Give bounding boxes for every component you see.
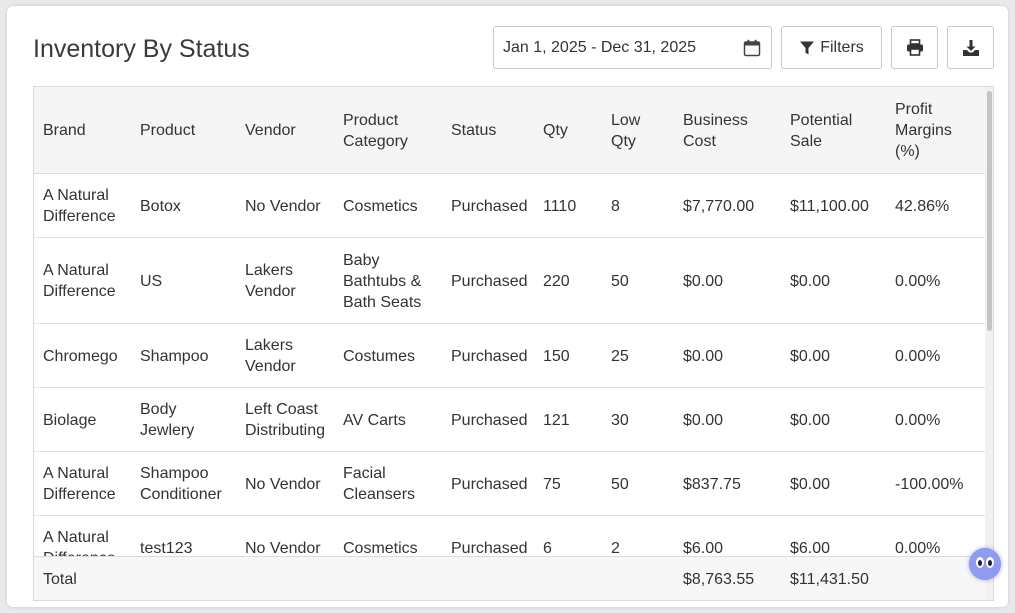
- date-range-value: Jan 1, 2025 - Dec 31, 2025: [503, 38, 697, 56]
- cell-business-cost: $837.75: [683, 475, 741, 493]
- cell-profit-margin: -100.00%: [895, 475, 964, 493]
- column-header-vendor[interactable]: Vendor: [245, 87, 333, 174]
- cell-potential-sale: $0.00: [790, 347, 831, 365]
- column-header-status[interactable]: Status: [451, 87, 536, 174]
- cell-low-qty: 50: [611, 475, 629, 493]
- scrollbar-thumb[interactable]: [987, 91, 992, 331]
- table-footer-totals: Total $8,763.55 $11,431.50: [34, 556, 987, 600]
- cell-brand: Biolage: [43, 411, 97, 429]
- cell-low-qty: 8: [611, 197, 620, 215]
- cell-vendor: Lakers Vendor: [245, 262, 296, 300]
- bot-eye-right: [986, 557, 994, 568]
- cell-vendor: No Vendor: [245, 197, 321, 215]
- cell-brand: Chromego: [43, 347, 118, 365]
- cell-vendor: No Vendor: [245, 475, 321, 493]
- cell-qty: 150: [543, 347, 570, 365]
- total-label: Total: [43, 570, 77, 588]
- cell-product: Shampoo Conditioner: [140, 465, 222, 503]
- table-row: Chromego Shampoo Lakers Vendor Costumes …: [34, 324, 987, 388]
- cell-low-qty: 30: [611, 411, 629, 429]
- download-icon: [962, 39, 979, 56]
- cell-brand: A Natural Difference: [43, 465, 116, 503]
- cell-product: Body Jewlery: [140, 401, 195, 439]
- cell-profit-margin: 0.00%: [895, 411, 941, 429]
- cell-business-cost: $0.00: [683, 272, 724, 290]
- filters-button[interactable]: Filters: [781, 26, 882, 69]
- cell-qty: 220: [543, 272, 570, 290]
- cell-potential-sale: $0.00: [790, 272, 831, 290]
- date-range-picker[interactable]: Jan 1, 2025 - Dec 31, 2025: [493, 26, 772, 69]
- inventory-table: Brand Product Vendor Product Category St…: [33, 86, 994, 601]
- cell-profit-margin: 0.00%: [895, 347, 941, 365]
- filters-label: Filters: [820, 38, 864, 56]
- column-header-low-qty[interactable]: Low Qty: [611, 87, 651, 174]
- cell-vendor: Left Coast Distributing: [245, 401, 326, 439]
- column-header-potential-sale[interactable]: Potential Sale: [790, 87, 870, 174]
- column-header-product-category[interactable]: Product Category: [343, 87, 423, 174]
- cell-status: Purchased: [451, 197, 528, 215]
- page-title: Inventory By Status: [33, 35, 250, 63]
- bot-eye-left: [976, 557, 984, 568]
- column-header-business-cost[interactable]: Business Cost: [683, 87, 763, 174]
- cell-profit-margin: 42.86%: [895, 197, 950, 215]
- cell-product: US: [140, 272, 163, 290]
- cell-category: Facial Cleansers: [343, 465, 416, 503]
- cell-qty: 1110: [543, 197, 577, 215]
- cell-profit-margin: 0.00%: [895, 272, 941, 290]
- cell-product: Botox: [140, 197, 181, 215]
- table-scrollbar[interactable]: [985, 87, 993, 600]
- filter-icon: [800, 41, 815, 54]
- table-row: A Natural Difference Botox No Vendor Cos…: [34, 174, 987, 238]
- cell-product: Shampoo: [140, 347, 209, 365]
- print-icon: [906, 39, 923, 56]
- table-row: A Natural Difference US Lakers Vendor Ba…: [34, 238, 987, 324]
- cell-category: Baby Bathtubs & Bath Seats: [343, 251, 422, 311]
- cell-business-cost: $0.00: [683, 347, 724, 365]
- cell-brand: A Natural Difference: [43, 262, 116, 300]
- column-header-qty[interactable]: Qty: [543, 87, 583, 174]
- report-card: Inventory By Status Jan 1, 2025 - Dec 31…: [7, 6, 1008, 607]
- cell-category: Cosmetics: [343, 197, 418, 215]
- table-row: A Natural Difference Shampoo Conditioner…: [34, 452, 987, 516]
- cell-category: Costumes: [343, 347, 416, 365]
- cell-low-qty: 25: [611, 347, 629, 365]
- total-business-cost: $8,763.55: [683, 570, 755, 588]
- table-header: Brand Product Vendor Product Category St…: [34, 87, 987, 174]
- cell-status: Purchased: [451, 272, 528, 290]
- cell-low-qty: 50: [611, 272, 629, 290]
- cell-potential-sale: $11,100.00: [790, 197, 869, 215]
- calendar-icon: [743, 39, 761, 57]
- column-header-brand[interactable]: Brand: [43, 87, 133, 174]
- cell-status: Purchased: [451, 411, 528, 429]
- cell-potential-sale: $0.00: [790, 475, 831, 493]
- column-header-product[interactable]: Product: [140, 87, 235, 174]
- cell-qty: 121: [543, 411, 570, 429]
- table-row: Biolage Body Jewlery Left Coast Distribu…: [34, 388, 987, 452]
- cell-vendor: Lakers Vendor: [245, 337, 296, 375]
- cell-business-cost: $7,770.00: [683, 197, 755, 215]
- cell-brand: A Natural Difference: [43, 187, 116, 225]
- cell-potential-sale: $0.00: [790, 411, 831, 429]
- download-button[interactable]: [947, 26, 994, 69]
- total-potential-sale: $11,431.50: [790, 570, 869, 588]
- column-header-profit-margins[interactable]: Profit Margins (%): [895, 87, 965, 174]
- print-button[interactable]: [891, 26, 938, 69]
- cell-business-cost: $0.00: [683, 411, 724, 429]
- cell-qty: 75: [543, 475, 561, 493]
- assistant-bot-icon[interactable]: [969, 548, 1001, 580]
- cell-status: Purchased: [451, 347, 528, 365]
- cell-status: Purchased: [451, 475, 528, 493]
- cell-category: AV Carts: [343, 411, 406, 429]
